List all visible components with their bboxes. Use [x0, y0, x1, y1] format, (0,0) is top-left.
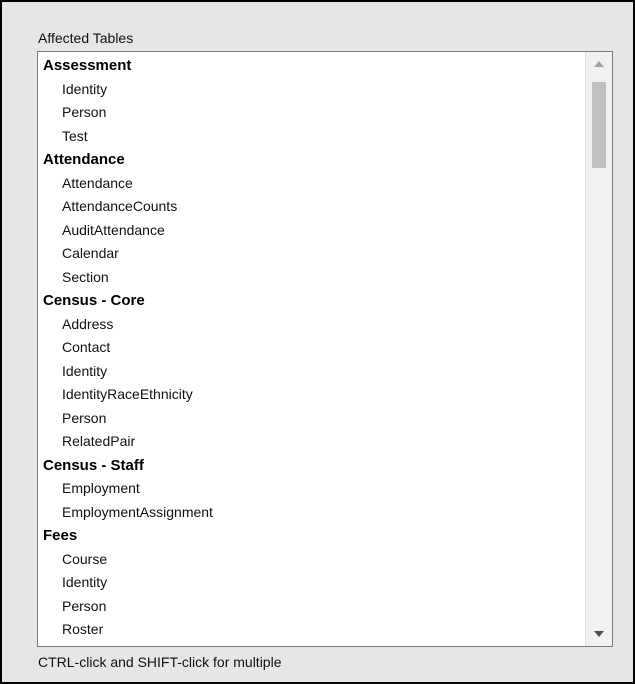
- table-option[interactable]: IdentityRaceEthnicity: [38, 383, 585, 407]
- scroll-thumb[interactable]: [592, 82, 606, 168]
- optgroup-label: Census - Core: [43, 292, 145, 309]
- table-option[interactable]: Identity: [38, 571, 585, 595]
- optgroup-label: Census - Staff: [43, 456, 144, 474]
- table-option[interactable]: Address: [38, 313, 585, 337]
- table-option[interactable]: Identity: [38, 360, 585, 384]
- table-option[interactable]: Calendar: [38, 242, 585, 266]
- optgroup-label: Assessment: [43, 57, 132, 74]
- table-option[interactable]: AuditAttendance: [38, 219, 585, 243]
- table-option[interactable]: Roster: [38, 618, 585, 642]
- affected-tables-panel: Affected Tables Assessment Identity Person…: [0, 0, 635, 684]
- table-option[interactable]: AttendanceCounts: [38, 195, 585, 219]
- table-option[interactable]: Test: [38, 125, 585, 149]
- options-list: Assessment Identity Person Test Attendance At…: [38, 54, 585, 642]
- table-option[interactable]: Course: [38, 548, 585, 572]
- vertical-scrollbar[interactable]: [585, 52, 612, 646]
- table-option[interactable]: Attendance: [38, 172, 585, 196]
- table-option[interactable]: RelatedPair: [38, 430, 585, 454]
- table-option[interactable]: EmploymentAssignment: [38, 501, 585, 525]
- table-option[interactable]: Person: [38, 407, 585, 431]
- selection-hint: CTRL-click and SHIFT-click for multiple: [38, 654, 282, 670]
- triangle-up-icon: [594, 61, 604, 67]
- table-option[interactable]: Section: [38, 266, 585, 290]
- table-option[interactable]: Identity: [38, 78, 585, 102]
- optgroup-label: Fees: [43, 527, 78, 544]
- scroll-up-button[interactable]: [586, 52, 612, 76]
- table-option[interactable]: Contact: [38, 336, 585, 360]
- table-option[interactable]: Person: [38, 595, 585, 619]
- optgroup-label: Attendance: [43, 151, 125, 168]
- table-option[interactable]: Employment: [38, 477, 585, 501]
- scroll-down-button[interactable]: [586, 622, 612, 646]
- affected-tables-listbox[interactable]: Assessment Identity Person Test Attendance At…: [37, 51, 613, 647]
- panel-title: Affected Tables: [38, 30, 134, 46]
- triangle-down-icon: [594, 631, 604, 637]
- table-option[interactable]: Person: [38, 101, 585, 125]
